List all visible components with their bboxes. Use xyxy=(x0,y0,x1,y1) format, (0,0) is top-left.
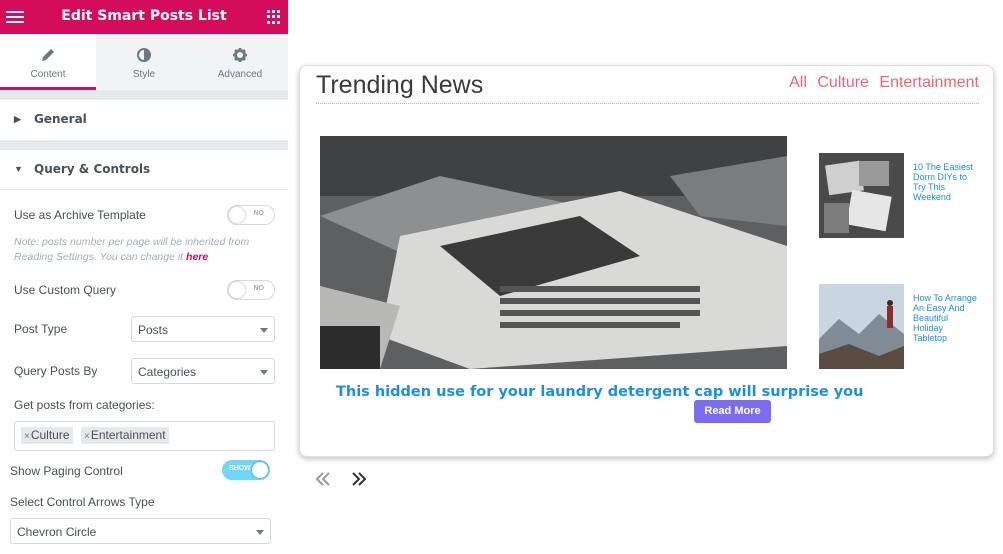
arrows-type-label: Select Control Arrows Type xyxy=(10,495,155,509)
query-by-value: Categories xyxy=(138,365,197,379)
tab-advanced[interactable]: Advanced xyxy=(192,34,288,90)
section-divider xyxy=(0,140,288,150)
main-post-image[interactable] xyxy=(320,136,787,369)
toggle-text: NO xyxy=(253,210,265,217)
note-text: Note: posts number per page will be inhe… xyxy=(14,236,250,263)
main-post-title[interactable]: This hidden use for your laundry deterge… xyxy=(336,384,863,400)
chevron-double-right-icon[interactable] xyxy=(349,469,369,489)
post-type-select[interactable]: Posts xyxy=(131,316,275,342)
paging-toggle[interactable]: SHOW xyxy=(222,460,270,480)
side-post-thumbnail[interactable] xyxy=(819,284,904,369)
caret-right-icon: ▶ xyxy=(14,114,21,124)
side-post-title[interactable]: 10 The Easiest Dorm DIYs to Try This Wee… xyxy=(913,162,979,202)
note-link[interactable]: here xyxy=(186,251,208,263)
categories-label: Get posts from categories: xyxy=(14,398,155,412)
query-by-label: Query Posts By xyxy=(14,364,98,378)
filter-entertainment[interactable]: Entertainment xyxy=(879,74,979,91)
panel-title: Edit Smart Posts List xyxy=(61,8,227,24)
category-chip[interactable]: ×Entertainment xyxy=(81,427,169,444)
toggle-knob xyxy=(229,282,245,298)
toggle-knob xyxy=(229,207,245,223)
remove-icon[interactable]: × xyxy=(84,431,90,442)
editor-tabs: Content Style Advanced xyxy=(0,34,288,90)
category-filters: All Culture Entertainment xyxy=(783,74,979,92)
filter-all[interactable]: All xyxy=(789,74,807,91)
remove-icon[interactable]: × xyxy=(24,431,30,442)
chevron-down-icon xyxy=(260,328,268,333)
tab-content[interactable]: Content xyxy=(0,34,96,90)
read-more-button[interactable]: Read More xyxy=(694,400,771,423)
filter-culture[interactable]: Culture xyxy=(817,74,869,91)
widget-title: Trending News xyxy=(316,71,484,99)
section-general[interactable]: ▶ General xyxy=(0,100,288,140)
category-chip[interactable]: ×Culture xyxy=(21,427,73,444)
side-post-title[interactable]: How To Arrange An Easy And Beautiful Hol… xyxy=(913,293,979,343)
controls-panel: ▶ General ▼ Query & Controls Use as Arch… xyxy=(0,90,288,554)
caret-down-icon: ▼ xyxy=(14,164,23,174)
chevron-double-left-icon[interactable] xyxy=(313,469,333,489)
tab-advanced-label: Advanced xyxy=(217,69,263,80)
query-by-select[interactable]: Categories xyxy=(131,358,275,384)
chevron-down-icon xyxy=(256,530,264,535)
tab-content-label: Content xyxy=(30,69,66,80)
editor-topbar: Edit Smart Posts List xyxy=(0,0,288,34)
side-post: 10 The Easiest Dorm DIYs to Try This Wee… xyxy=(819,153,979,238)
half-circle-icon xyxy=(137,48,151,62)
side-post-thumbnail[interactable] xyxy=(819,153,904,238)
archive-template-toggle[interactable]: NO xyxy=(227,205,275,225)
apps-grid-icon[interactable] xyxy=(267,10,281,24)
paging-label: Show Paging Control xyxy=(10,464,123,478)
chip-label: Entertainment xyxy=(90,428,166,442)
archive-note: Note: posts number per page will be inhe… xyxy=(14,235,274,265)
toggle-knob xyxy=(252,462,268,478)
chip-label: Culture xyxy=(30,428,70,442)
post-type-value: Posts xyxy=(138,323,169,337)
section-general-title: General xyxy=(34,112,87,126)
post-type-label: Post Type xyxy=(14,322,68,336)
custom-query-toggle[interactable]: NO xyxy=(227,280,275,300)
section-query-title: Query & Controls xyxy=(34,162,151,176)
toggle-text: NO xyxy=(253,285,265,292)
archive-template-label: Use as Archive Template xyxy=(14,208,146,222)
toggle-text: SHOW xyxy=(229,465,251,472)
pencil-icon xyxy=(42,49,54,61)
tab-style-label: Style xyxy=(132,69,156,80)
arrows-type-value: Chevron Circle xyxy=(17,525,97,539)
gear-icon xyxy=(233,48,247,62)
title-divider xyxy=(316,103,979,104)
smart-posts-widget: Trending News All Culture Entertainment … xyxy=(299,65,994,457)
arrows-type-select[interactable]: Chevron Circle xyxy=(10,518,271,544)
chevron-down-icon xyxy=(260,370,268,375)
section-query-controls[interactable]: ▼ Query & Controls xyxy=(0,150,288,190)
editor-sidebar: Edit Smart Posts List Content Style Adva… xyxy=(0,0,288,554)
section-divider xyxy=(0,90,288,100)
side-post: How To Arrange An Easy And Beautiful Hol… xyxy=(819,284,979,369)
custom-query-label: Use Custom Query xyxy=(14,283,117,297)
tab-style[interactable]: Style xyxy=(96,34,192,90)
categories-multiselect[interactable]: ×Culture ×Entertainment xyxy=(14,421,275,451)
